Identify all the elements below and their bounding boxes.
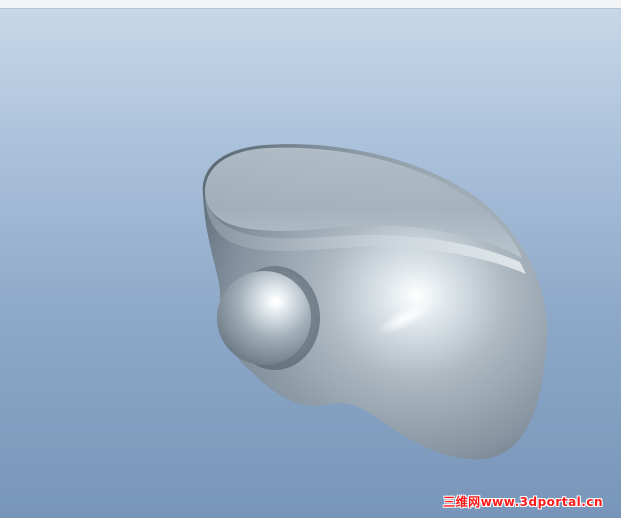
site-watermark: 三维网www.3dportal.cn <box>443 495 603 509</box>
3d-graphics-viewport[interactable]: 三维网www.3dportal.cn <box>0 0 621 518</box>
model-canvas[interactable] <box>0 0 621 518</box>
mouse-ball <box>217 271 311 365</box>
mouse-ball-highlight <box>266 295 286 309</box>
